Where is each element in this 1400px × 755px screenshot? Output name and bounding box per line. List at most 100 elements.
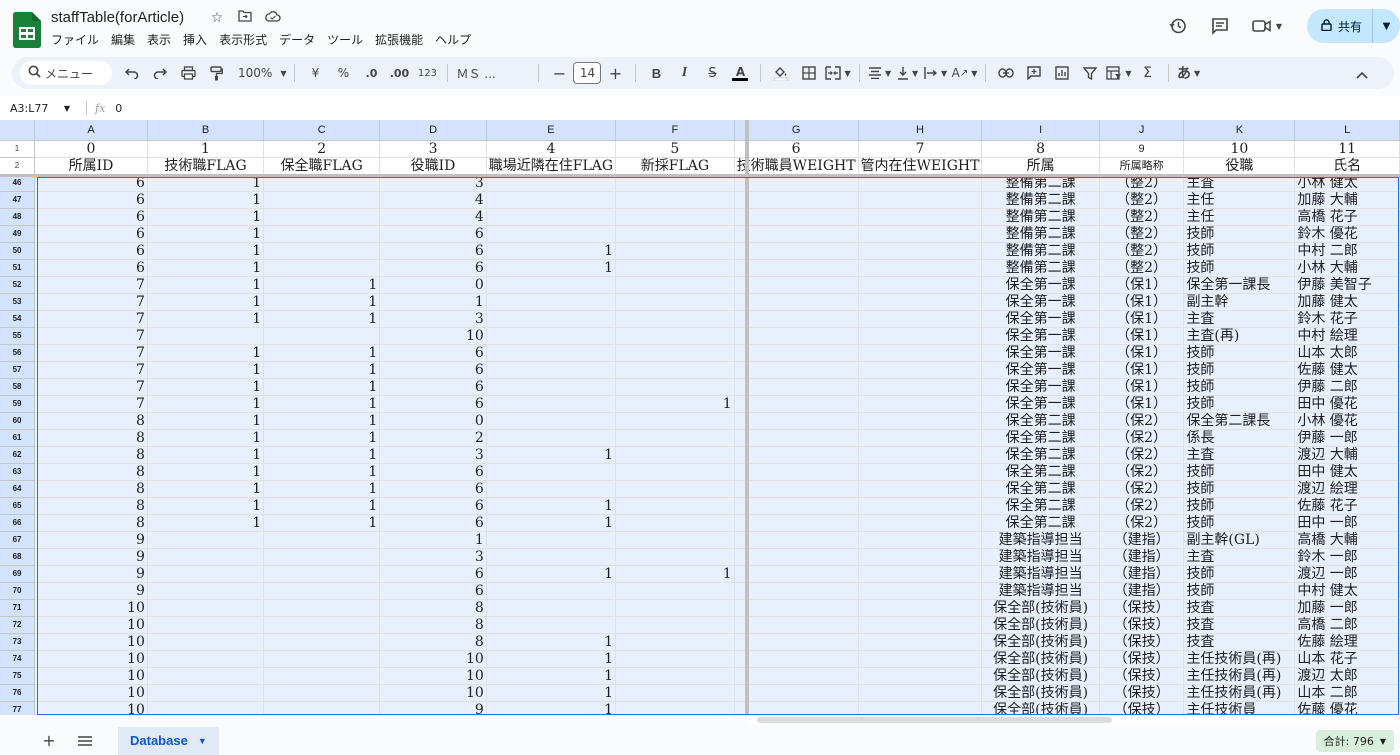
cell-i[interactable]: 保全第二課	[981, 429, 1100, 447]
cell-h[interactable]	[858, 378, 983, 396]
cell-c[interactable]	[263, 259, 381, 277]
cell-l[interactable]: 山本 二郎	[1294, 684, 1400, 702]
cell-g[interactable]	[734, 616, 859, 634]
cell-f[interactable]	[615, 310, 735, 328]
paint-format-icon[interactable]	[204, 61, 228, 85]
cell-j[interactable]: （保技）	[1099, 650, 1185, 668]
cell-l[interactable]: 田中 一郎	[1294, 514, 1400, 532]
row-header[interactable]: 58	[0, 378, 36, 396]
fill-color-icon[interactable]	[769, 61, 793, 85]
cell-table[interactable]: A B C D E F G H I J K L 1 0 1 2 3 4 5 6 7 8 9 10 11 2 所属ID 技術職FLAG 保…	[0, 120, 1400, 715]
cell-d[interactable]: 3	[379, 548, 487, 566]
cell-j[interactable]: 所属略称	[1099, 157, 1185, 175]
cell-h[interactable]	[858, 344, 983, 362]
cell-l[interactable]: 渡辺 太郎	[1294, 667, 1400, 685]
cell-g[interactable]	[734, 514, 859, 532]
cell-l[interactable]: 加藤 大輔	[1294, 191, 1400, 209]
cell-j[interactable]: （建指）	[1099, 582, 1185, 600]
row-header[interactable]: 52	[0, 276, 36, 294]
cell-e[interactable]	[486, 548, 617, 566]
cell-f[interactable]	[615, 684, 735, 702]
cell-b[interactable]	[147, 684, 265, 702]
cell-d[interactable]: 10	[379, 327, 487, 345]
font-size-increase-button[interactable]: +	[603, 61, 627, 85]
cell-l[interactable]: 11	[1294, 140, 1400, 158]
cell-h[interactable]	[858, 633, 983, 651]
cell-f[interactable]	[615, 191, 735, 209]
cell-j[interactable]: （保技）	[1099, 599, 1185, 617]
cell-i[interactable]: 保全部(技術員)	[981, 684, 1100, 702]
cell-i[interactable]: 建築指導担当	[981, 582, 1100, 600]
cell-b[interactable]: 1	[147, 514, 265, 532]
row-header[interactable]: 65	[0, 497, 36, 515]
cell-l[interactable]: 伊藤 美智子	[1294, 276, 1400, 294]
cell-c[interactable]	[263, 701, 381, 715]
cell-g[interactable]	[734, 293, 859, 311]
cell-l[interactable]: 小林 大輔	[1294, 259, 1400, 277]
document-title[interactable]: staffTable(forArticle)	[51, 9, 184, 26]
cell-e[interactable]	[486, 412, 617, 430]
cell-d[interactable]: 0	[379, 276, 487, 294]
cell-f[interactable]	[615, 242, 735, 260]
cell-k[interactable]: 副主幹	[1183, 293, 1296, 311]
cell-c[interactable]	[263, 650, 381, 668]
cell-i[interactable]: 保全第一課	[981, 361, 1100, 379]
cell-h[interactable]	[858, 548, 983, 566]
cell-a[interactable]: 9	[34, 531, 148, 549]
cell-g[interactable]	[734, 395, 859, 413]
cell-a[interactable]: 8	[34, 446, 148, 464]
sheets-logo-icon[interactable]	[13, 12, 41, 48]
cell-j[interactable]: （保2）	[1099, 463, 1185, 481]
frozen-rows-divider[interactable]	[0, 174, 1400, 177]
cell-b[interactable]	[147, 616, 265, 634]
cell-j[interactable]: （保1）	[1099, 361, 1185, 379]
cell-a[interactable]: 10	[34, 667, 148, 685]
cell-h[interactable]	[858, 429, 983, 447]
cell-i[interactable]: 保全第一課	[981, 276, 1100, 294]
sheet-tab-database[interactable]: Database ▼	[118, 726, 219, 755]
cell-l[interactable]: 鈴木 花子	[1294, 310, 1400, 328]
column-header-i[interactable]: I	[981, 120, 1100, 141]
cell-g[interactable]	[734, 497, 859, 515]
row-header[interactable]: 1	[0, 140, 36, 158]
cell-d[interactable]: 4	[379, 191, 487, 209]
cell-c[interactable]: 1	[263, 344, 381, 362]
cell-g[interactable]	[734, 599, 859, 617]
cell-b[interactable]	[147, 327, 265, 345]
cell-g[interactable]	[734, 701, 859, 715]
cell-a[interactable]: 10	[34, 650, 148, 668]
menu-format[interactable]: 表示形式	[219, 31, 267, 48]
cell-k[interactable]: 副主幹(GL)	[1183, 531, 1296, 549]
cell-a[interactable]: 7	[34, 276, 148, 294]
cell-j[interactable]: （整2）	[1099, 208, 1185, 226]
cell-h[interactable]	[858, 514, 983, 532]
cell-i[interactable]: 保全部(技術員)	[981, 667, 1100, 685]
row-header[interactable]: 66	[0, 514, 36, 532]
cell-e[interactable]	[486, 429, 617, 447]
menu-search[interactable]: メニュー	[20, 61, 112, 85]
cell-f[interactable]	[615, 259, 735, 277]
cell-c[interactable]: 1	[263, 378, 381, 396]
text-color-icon[interactable]: A	[728, 61, 752, 85]
cell-h[interactable]	[858, 497, 983, 515]
column-header-h[interactable]: H	[858, 120, 983, 141]
cell-h[interactable]	[858, 480, 983, 498]
cell-d[interactable]: 役職ID	[379, 157, 487, 175]
percent-format-button[interactable]: %	[331, 61, 355, 85]
cell-k[interactable]: 主任技術員(再)	[1183, 667, 1296, 685]
cell-a[interactable]: 所属ID	[34, 157, 148, 175]
move-folder-icon[interactable]	[236, 10, 254, 26]
cell-d[interactable]: 10	[379, 667, 487, 685]
cell-e[interactable]	[486, 191, 617, 209]
cell-b[interactable]: 1	[147, 310, 265, 328]
cell-l[interactable]: 山本 花子	[1294, 650, 1400, 668]
filter-icon[interactable]	[1078, 61, 1102, 85]
row-header[interactable]: 74	[0, 650, 36, 668]
cell-i[interactable]: 保全第一課	[981, 378, 1100, 396]
cell-k[interactable]: 主査	[1183, 446, 1296, 464]
row-header[interactable]: 76	[0, 684, 36, 702]
cell-a[interactable]: 7	[34, 293, 148, 311]
cell-f[interactable]	[615, 480, 735, 498]
cell-c[interactable]	[263, 582, 381, 600]
currency-format-button[interactable]: ¥	[303, 61, 327, 85]
